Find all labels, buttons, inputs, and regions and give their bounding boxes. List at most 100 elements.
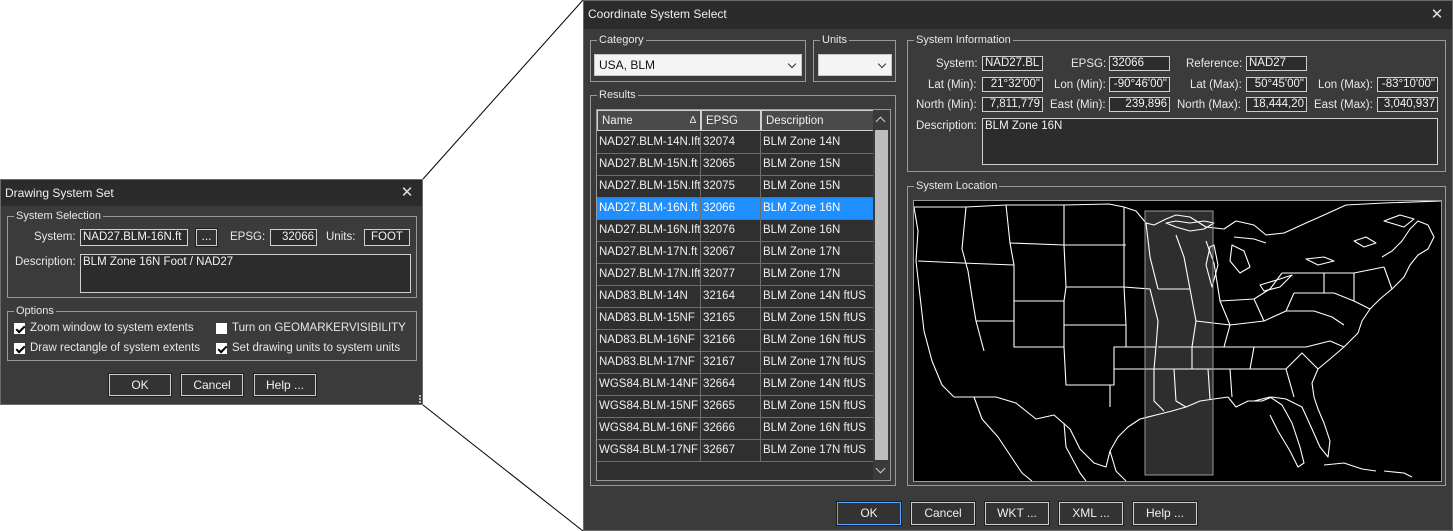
resize-grip-icon[interactable] xyxy=(418,395,421,403)
zoom-window-checkbox[interactable] xyxy=(14,323,25,334)
zone-extent-rectangle xyxy=(1144,210,1214,476)
table-cell-epsg: 32167 xyxy=(701,352,761,373)
ok-button[interactable]: OK xyxy=(836,501,902,526)
group-title: Options xyxy=(14,304,56,318)
table-row[interactable]: NAD27.BLM-16N.Ift 32076 BLM Zone 16N xyxy=(597,220,874,242)
table-cell-description: BLM Zone 15N xyxy=(761,176,874,197)
table-row[interactable]: NAD27.BLM-15N.Ift 32075 BLM Zone 15N xyxy=(597,176,874,198)
scroll-up-icon[interactable] xyxy=(875,116,886,127)
table-cell-epsg: 32166 xyxy=(701,330,761,351)
table-cell-epsg: 32075 xyxy=(701,176,761,197)
category-select[interactable]: USA, BLM xyxy=(594,54,802,76)
table-row[interactable]: WGS84.BLM-15NF 32665 BLM Zone 15N ftUS xyxy=(597,396,874,418)
table-cell-description: BLM Zone 17N xyxy=(761,242,874,263)
cancel-button[interactable]: Cancel xyxy=(180,373,244,397)
description-label: Description: xyxy=(15,256,76,268)
drawing-system-set-dialog: Drawing System Set ✕ System Selection Sy… xyxy=(0,179,423,405)
lon-max-field: -83°10'00" xyxy=(1377,77,1438,92)
table-cell-name: NAD27.BLM-15N.ft xyxy=(597,154,701,175)
set-units-checkbox[interactable] xyxy=(216,343,227,354)
east-max-field: 3,040,937 xyxy=(1377,97,1438,112)
wkt-button[interactable]: WKT ... xyxy=(984,501,1050,526)
help-button[interactable]: Help ... xyxy=(253,373,317,397)
epsg-field[interactable]: 32066 xyxy=(270,229,317,246)
help-button[interactable]: Help ... xyxy=(1132,501,1198,526)
table-cell-description: BLM Zone 17N ftUS xyxy=(761,352,874,373)
xml-button[interactable]: XML ... xyxy=(1058,501,1124,526)
table-cell-description: BLM Zone 17N xyxy=(761,264,874,285)
system-label: System: xyxy=(34,231,76,243)
scroll-down-icon[interactable] xyxy=(875,463,886,474)
table-body: NAD27.BLM-14N.Ift 32074 BLM Zone 14N NAD27.… xyxy=(597,132,874,462)
table-cell-name: NAD83.BLM-14N xyxy=(597,286,701,307)
system-field[interactable]: NAD27.BLM-16N.ft xyxy=(80,229,188,246)
lat-min-field: 21°32'00" xyxy=(982,77,1043,92)
dialog-title: Coordinate System Select xyxy=(584,1,1452,29)
table-row[interactable]: NAD27.BLM-17N.Ift 32077 BLM Zone 17N xyxy=(597,264,874,286)
units-select[interactable] xyxy=(818,54,892,76)
lon-min-field: -90°46'00" xyxy=(1109,77,1170,92)
table-cell-name: WGS84.BLM-14NF xyxy=(597,374,701,395)
table-row[interactable]: NAD83.BLM-14N 32164 BLM Zone 14N ftUS xyxy=(597,286,874,308)
table-row[interactable]: NAD27.BLM-15N.ft 32065 BLM Zone 15N xyxy=(597,154,874,176)
table-cell-description: BLM Zone 14N ftUS xyxy=(761,286,874,307)
system-location-map[interactable] xyxy=(913,200,1442,482)
draw-rectangle-checkbox[interactable] xyxy=(14,343,25,354)
close-icon[interactable]: ✕ xyxy=(398,180,416,206)
info-description-field: BLM Zone 16N xyxy=(982,118,1438,165)
table-row[interactable]: NAD83.BLM-16NF 32166 BLM Zone 16N ftUS xyxy=(597,330,874,352)
table-cell-epsg: 32165 xyxy=(701,308,761,329)
table-row[interactable]: WGS84.BLM-16NF 32666 BLM Zone 16N ftUS xyxy=(597,418,874,440)
results-scrollbar[interactable] xyxy=(873,110,890,480)
east-min-label: East (Min): xyxy=(1050,99,1106,111)
table-row[interactable]: WGS84.BLM-14NF 32664 BLM Zone 14N ftUS xyxy=(597,374,874,396)
table-row[interactable]: WGS84.BLM-17NF 32667 BLM Zone 17N ftUS xyxy=(597,440,874,462)
units-field[interactable]: FOOT xyxy=(364,229,410,246)
table-cell-description: BLM Zone 16N xyxy=(761,198,874,219)
draw-rectangle-label: Draw rectangle of system extents xyxy=(30,342,201,354)
table-cell-epsg: 32665 xyxy=(701,396,761,417)
table-cell-name: NAD27.BLM-16N.Ift xyxy=(597,220,701,241)
geomarker-checkbox[interactable] xyxy=(216,323,227,334)
usa-map xyxy=(914,201,1441,481)
north-min-field: 7,811,779 xyxy=(982,97,1043,112)
table-cell-epsg: 32076 xyxy=(701,220,761,241)
table-cell-name: NAD27.BLM-15N.Ift xyxy=(597,176,701,197)
info-system-field: NAD27.BL xyxy=(982,56,1043,71)
table-row[interactable]: NAD83.BLM-17NF 32167 BLM Zone 17N ftUS xyxy=(597,352,874,374)
table-row[interactable]: NAD27.BLM-14N.Ift 32074 BLM Zone 14N xyxy=(597,132,874,154)
table-cell-epsg: 32067 xyxy=(701,242,761,263)
table-cell-name: NAD27.BLM-14N.Ift xyxy=(597,132,701,153)
column-header-name[interactable]: Name ∆ xyxy=(597,110,701,131)
ok-button[interactable]: OK xyxy=(108,373,172,397)
browse-button[interactable]: ... xyxy=(195,228,218,247)
info-description-label: Description: xyxy=(916,120,977,132)
table-cell-description: BLM Zone 15N ftUS xyxy=(761,396,874,417)
column-header-epsg[interactable]: EPSG xyxy=(701,110,761,131)
scrollbar-thumb[interactable] xyxy=(875,130,888,460)
description-field[interactable]: BLM Zone 16N Foot / NAD27 xyxy=(80,254,411,293)
info-epsg-label: EPSG: xyxy=(1071,58,1107,70)
table-cell-epsg: 32074 xyxy=(701,132,761,153)
lat-min-label: Lat (Min): xyxy=(928,79,977,91)
table-cell-epsg: 32664 xyxy=(701,374,761,395)
group-title: System Information xyxy=(914,33,1013,47)
table-cell-name: NAD83.BLM-15NF xyxy=(597,308,701,329)
table-cell-epsg: 32164 xyxy=(701,286,761,307)
lon-min-label: Lon (Min): xyxy=(1054,79,1106,91)
table-cell-epsg: 32066 xyxy=(701,198,761,219)
cancel-button[interactable]: Cancel xyxy=(910,501,976,526)
lat-max-label: Lat (Max): xyxy=(1190,79,1242,91)
table-header: Name ∆ EPSG Description xyxy=(597,110,874,131)
table-row[interactable]: NAD27.BLM-16N.ft 32066 BLM Zone 16N xyxy=(597,198,874,220)
close-icon[interactable]: ✕ xyxy=(1428,1,1446,29)
table-cell-description: BLM Zone 16N ftUS xyxy=(761,330,874,351)
table-cell-name: WGS84.BLM-17NF xyxy=(597,440,701,461)
sort-ascending-icon: ∆ xyxy=(689,115,696,126)
table-row[interactable]: NAD83.BLM-15NF 32165 BLM Zone 15N ftUS xyxy=(597,308,874,330)
table-cell-name: NAD83.BLM-16NF xyxy=(597,330,701,351)
geomarker-label: Turn on GEOMARKERVISIBILITY xyxy=(232,322,406,334)
column-header-description[interactable]: Description xyxy=(761,110,874,131)
table-row[interactable]: NAD27.BLM-17N.ft 32067 BLM Zone 17N xyxy=(597,242,874,264)
table-cell-name: WGS84.BLM-15NF xyxy=(597,396,701,417)
